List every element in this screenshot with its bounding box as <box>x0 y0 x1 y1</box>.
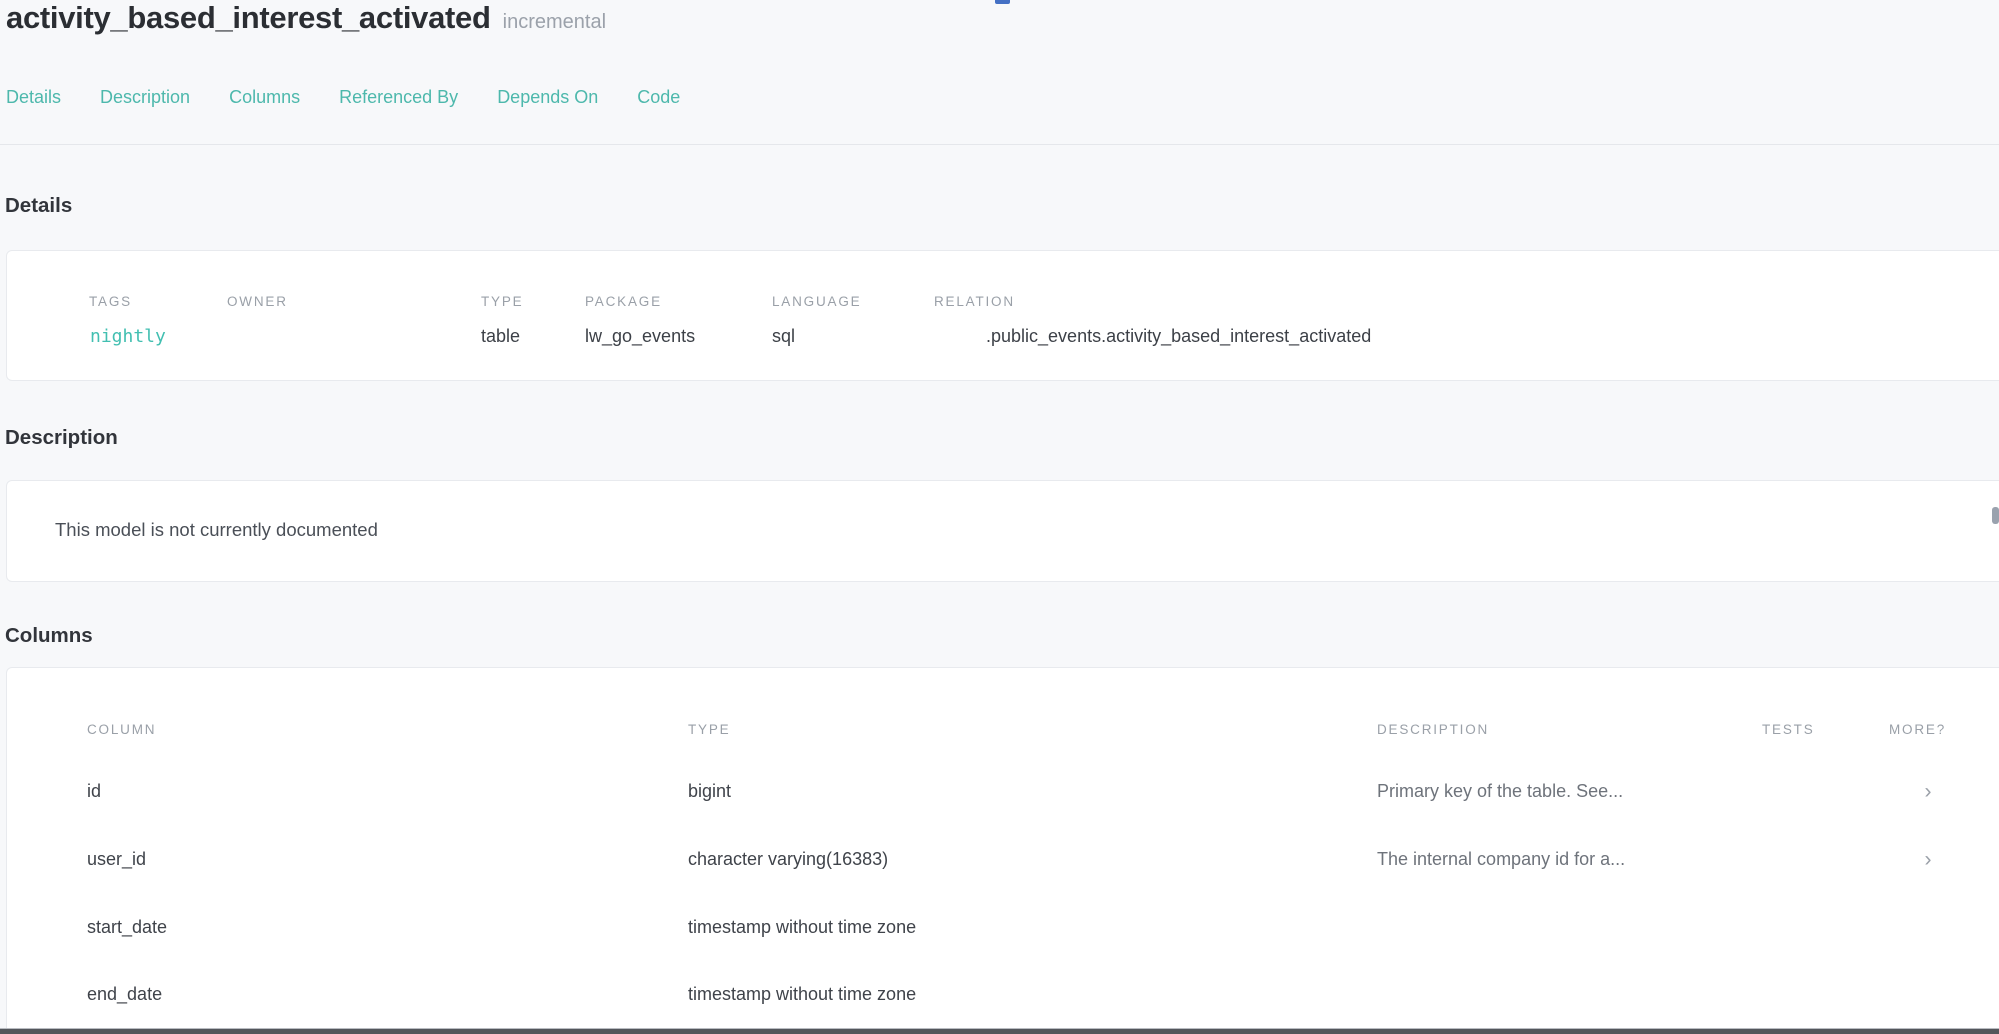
table-row[interactable]: start_date timestamp without time zone <box>7 917 1999 957</box>
col-header-more: MORE? <box>1889 722 1946 737</box>
tab-columns[interactable]: Columns <box>229 87 300 108</box>
tab-depends-on[interactable]: Depends On <box>497 87 598 108</box>
col-header-column: COLUMN <box>87 722 156 737</box>
relation-label: RELATION <box>934 294 1015 309</box>
details-section-heading: Details <box>5 194 72 218</box>
tab-referenced-by[interactable]: Referenced By <box>339 87 458 108</box>
description-card: This model is not currently documented <box>6 480 1999 582</box>
type-label: TYPE <box>481 294 523 309</box>
tag-nightly-link[interactable]: nightly <box>90 326 166 347</box>
tags-label: TAGS <box>89 294 132 309</box>
window-edge <box>0 1028 1999 1034</box>
cell-type: character varying(16383) <box>688 849 888 870</box>
cell-type: bigint <box>688 781 731 802</box>
package-value: lw_go_events <box>585 326 695 347</box>
cell-column: start_date <box>87 917 167 938</box>
tab-details[interactable]: Details <box>6 87 61 108</box>
cell-description: Primary key of the table. See... <box>1377 781 1623 802</box>
language-value: sql <box>772 326 795 347</box>
cell-column: end_date <box>87 984 162 1005</box>
owner-label: OWNER <box>227 294 288 309</box>
table-row[interactable]: end_date timestamp without time zone <box>7 984 1999 1024</box>
relation-value: .public_events.activity_based_interest_a… <box>986 326 1371 347</box>
description-text: This model is not currently documented <box>55 519 378 541</box>
columns-card: COLUMN TYPE DESCRIPTION TESTS MORE? id b… <box>6 667 1999 1034</box>
language-label: LANGUAGE <box>772 294 861 309</box>
cell-column: id <box>87 781 101 802</box>
package-label: PACKAGE <box>585 294 662 309</box>
col-header-tests: TESTS <box>1762 722 1815 737</box>
tab-description[interactable]: Description <box>100 87 190 108</box>
details-card: TAGS OWNER TYPE PACKAGE LANGUAGE RELATIO… <box>6 250 1999 381</box>
cutoff-link-fragment <box>995 0 1010 4</box>
description-section-heading: Description <box>5 426 118 450</box>
chevron-right-icon[interactable]: › <box>1917 781 1939 803</box>
col-header-type: TYPE <box>688 722 730 737</box>
columns-section-heading: Columns <box>5 624 93 648</box>
type-value: table <box>481 326 520 347</box>
table-row[interactable]: user_id character varying(16383) The int… <box>7 849 1999 889</box>
scrollbar-thumb[interactable] <box>1992 507 1999 524</box>
header: activity_based_interest_activated increme… <box>6 0 606 36</box>
tab-code[interactable]: Code <box>637 87 680 108</box>
chevron-right-icon[interactable]: › <box>1917 849 1939 871</box>
cell-type: timestamp without time zone <box>688 917 916 938</box>
cell-column: user_id <box>87 849 146 870</box>
model-docs-page: activity_based_interest_activated increme… <box>0 0 1999 1034</box>
col-header-description: DESCRIPTION <box>1377 722 1489 737</box>
materialization-badge: incremental <box>503 11 606 34</box>
page-title: activity_based_interest_activated <box>6 0 491 36</box>
cell-description: The internal company id for a... <box>1377 849 1625 870</box>
divider <box>0 144 1999 145</box>
table-row[interactable]: id bigint Primary key of the table. See.… <box>7 781 1999 821</box>
cell-type: timestamp without time zone <box>688 984 916 1005</box>
anchor-nav: Details Description Columns Referenced B… <box>6 87 680 108</box>
